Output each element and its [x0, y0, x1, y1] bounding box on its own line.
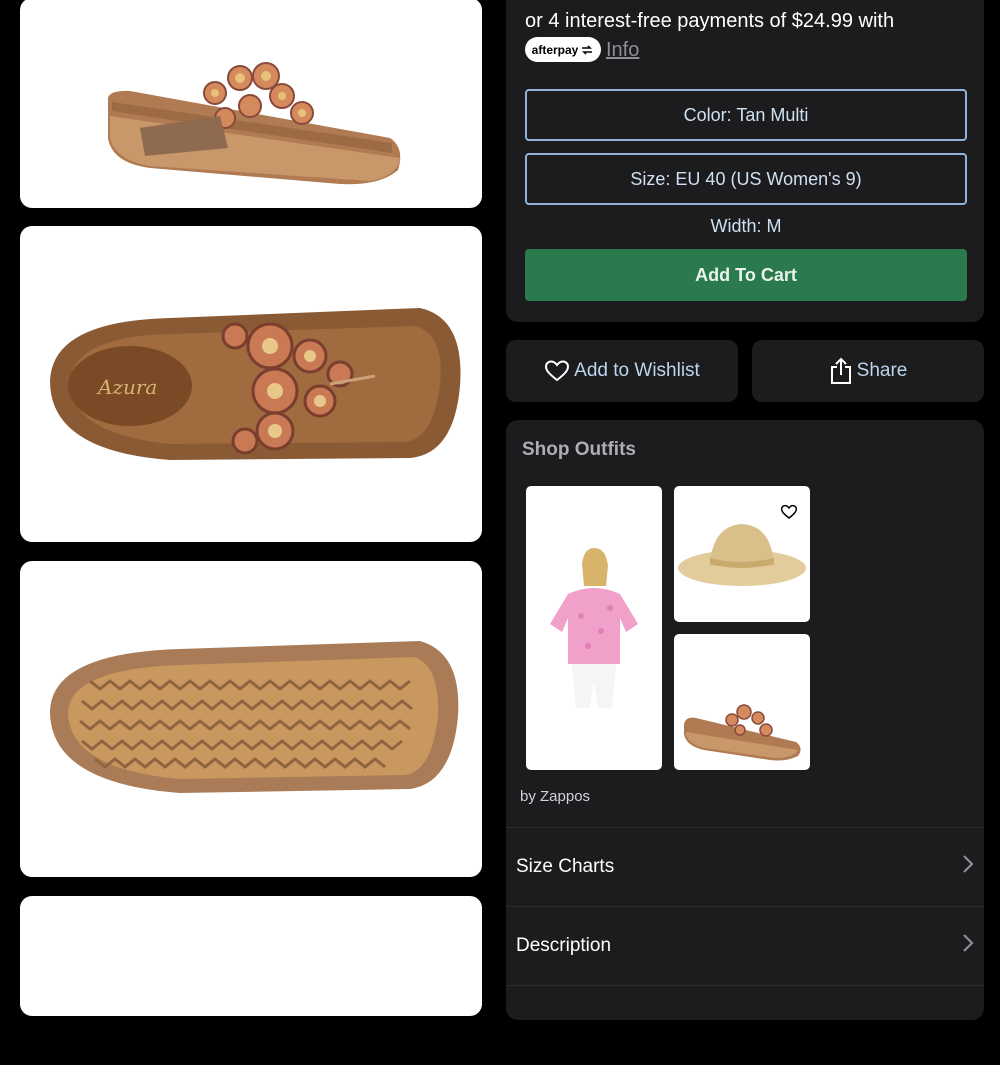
- add-to-wishlist-button[interactable]: Add to Wishlist: [506, 340, 738, 402]
- outfits-credit: by Zappos: [520, 788, 591, 805]
- afterpay-arrows-icon: [582, 44, 593, 55]
- afterpay-badge[interactable]: afterpay: [525, 37, 601, 62]
- sandal-top-illustration: Azura: [50, 308, 461, 460]
- size-charts-label: Size Charts: [516, 856, 615, 877]
- outfit-item-blouse[interactable]: [526, 486, 662, 770]
- color-select[interactable]: Color: Tan Multi: [525, 89, 967, 141]
- outfit-item-hat[interactable]: [674, 486, 810, 622]
- width-label: Width: M: [710, 216, 782, 236]
- size-charts-row[interactable]: Size Charts: [506, 827, 984, 907]
- share-button[interactable]: Share: [752, 340, 984, 402]
- shop-outfits-title: Shop Outfits: [522, 439, 636, 460]
- afterpay-info-link[interactable]: Info: [606, 39, 639, 62]
- insole-brand-logo: Azura: [96, 375, 157, 399]
- wishlist-label: Add to Wishlist: [574, 360, 700, 381]
- description-row[interactable]: Description: [506, 906, 984, 986]
- sandal-sole-illustration: [50, 641, 459, 793]
- heart-icon: [545, 360, 570, 382]
- afterpay-label: afterpay: [531, 42, 579, 57]
- next-row[interactable]: [506, 985, 984, 1065]
- product-image-sole-view[interactable]: [20, 561, 482, 877]
- add-to-cart-button[interactable]: Add To Cart: [525, 249, 967, 301]
- product-image-top-view[interactable]: Azura: [20, 226, 482, 542]
- size-select[interactable]: Size: EU 40 (US Women's 9): [525, 153, 967, 205]
- chevron-right-icon: [963, 934, 974, 952]
- pink-blouse-illustration: [550, 548, 638, 708]
- sandal-side-illustration: [108, 62, 401, 185]
- shop-outfits-panel: Shop Outfits by Zappos Size Charts Descr…: [506, 420, 984, 1020]
- description-label: Description: [516, 935, 612, 956]
- installment-text: or 4 interest-free payments of $24.99 wi…: [525, 10, 895, 32]
- product-image-fourth[interactable]: [20, 896, 482, 1016]
- product-image-side-view[interactable]: [20, 0, 482, 208]
- share-icon: [830, 357, 851, 384]
- chevron-right-icon: [963, 855, 974, 873]
- purchase-panel: or 4 interest-free payments of $24.99 wi…: [506, 0, 984, 322]
- share-label: Share: [856, 360, 908, 381]
- beaded-sandal-illustration: [684, 704, 801, 761]
- product-image-gallery: Azura: [0, 0, 500, 1016]
- outfit-item-sandal[interactable]: [674, 634, 810, 770]
- heart-icon[interactable]: [780, 504, 798, 520]
